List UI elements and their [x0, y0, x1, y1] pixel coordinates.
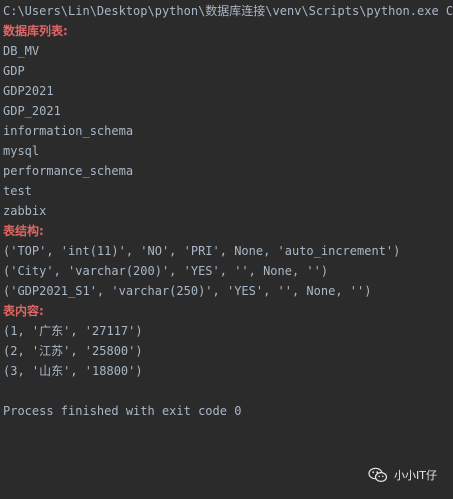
exit-message: Process finished with exit code 0 — [3, 404, 242, 418]
wechat-icon — [368, 467, 388, 483]
database-item: zabbix — [3, 204, 47, 218]
database-item: information_schema — [3, 124, 134, 138]
database-item: test — [3, 184, 32, 198]
database-item: mysql — [3, 144, 40, 158]
watermark: 小小IT仔 — [368, 467, 437, 483]
databases-heading: 数据库列表: — [3, 24, 68, 38]
watermark-label: 小小IT仔 — [394, 469, 437, 482]
content-heading: 表内容: — [3, 304, 44, 318]
database-item: GDP_2021 — [3, 104, 61, 118]
structure-row: ('TOP', 'int(11)', 'NO', 'PRI', None, 'a… — [3, 244, 401, 258]
database-item: GDP2021 — [3, 84, 54, 98]
structure-heading: 表结构: — [3, 224, 44, 238]
structure-row: ('City', 'varchar(200)', 'YES', '', None… — [3, 264, 329, 278]
database-item: GDP — [3, 64, 25, 78]
database-item: DB_MV — [3, 44, 40, 58]
run-console-output: C:\Users\Lin\Desktop\python\数据库连接\venv\S… — [0, 0, 453, 499]
database-item: performance_schema — [3, 164, 134, 178]
structure-row: ('GDP2021_S1', 'varchar(250)', 'YES', ''… — [3, 284, 372, 298]
run-command-line: C:\Users\Lin\Desktop\python\数据库连接\venv\S… — [3, 4, 453, 18]
content-row: (2, '江苏', '25800') — [3, 344, 143, 358]
content-row: (3, '山东', '18800') — [3, 364, 143, 378]
content-row: (1, '广东', '27117') — [3, 324, 143, 338]
